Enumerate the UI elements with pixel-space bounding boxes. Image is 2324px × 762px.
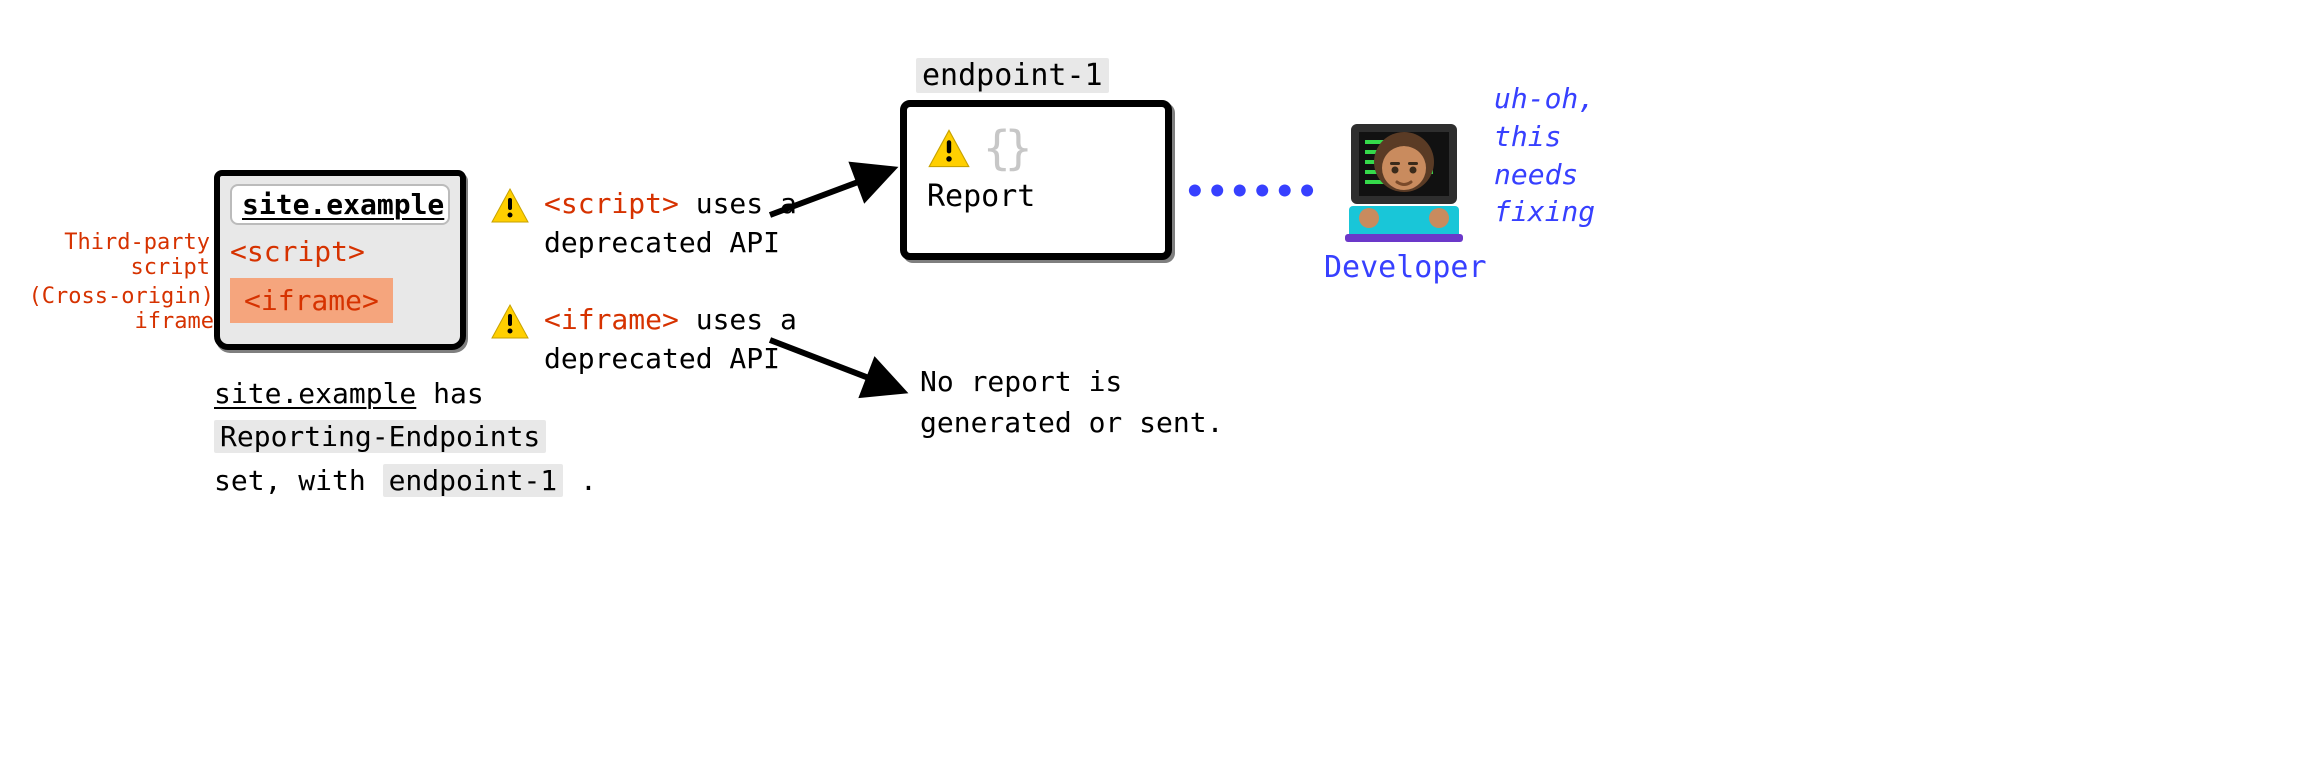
endpoint-title-text: endpoint-1 xyxy=(916,58,1109,93)
site-iframe-tag: <iframe> xyxy=(230,278,393,323)
warning-script-code: <script> xyxy=(544,187,679,220)
no-report-text: No report is generated or sent. xyxy=(920,362,1240,443)
site-caption: site.example has Reporting-Endpoints set… xyxy=(214,372,604,502)
endpoint-title: endpoint-1 xyxy=(916,58,1109,93)
warning-icon xyxy=(490,302,530,342)
warning-iframe-code: <iframe> xyxy=(544,303,679,336)
endpoint-report-label: Report xyxy=(927,179,1145,214)
warning-message-script-text: <script> uses a deprecated API xyxy=(544,184,910,262)
site-script-tag: <script> xyxy=(230,235,450,268)
endpoint-server-box: {} Report xyxy=(900,100,1172,260)
developer-avatar: Developer xyxy=(1324,94,1484,285)
developer-label: Developer xyxy=(1324,250,1484,285)
dotted-connector: •••••• xyxy=(1182,172,1322,212)
site-caption-endpoint: endpoint-1 xyxy=(383,464,564,497)
warning-icon xyxy=(927,127,971,171)
braces-icon: {} xyxy=(983,125,1026,171)
site-caption-text-3: . xyxy=(563,464,597,497)
site-caption-header: Reporting-Endpoints xyxy=(214,420,546,453)
site-caption-host: site.example xyxy=(214,377,416,410)
site-caption-text-1: has xyxy=(416,377,483,410)
warning-message-iframe: <iframe> uses a deprecated API xyxy=(490,300,910,378)
warning-message-script: <script> uses a deprecated API xyxy=(490,184,910,262)
developer-icon xyxy=(1329,94,1479,244)
site-caption-text-2: set, with xyxy=(214,464,383,497)
site-browser-window: site.example <script> <iframe> Third-par… xyxy=(214,170,466,350)
warning-icon xyxy=(490,186,530,226)
site-url-bar: site.example xyxy=(230,184,450,225)
label-third-party-script: Third-party script xyxy=(10,230,210,281)
label-cross-origin-iframe: (Cross-origin) iframe xyxy=(14,284,214,335)
warning-message-iframe-text: <iframe> uses a deprecated API xyxy=(544,300,910,378)
developer-quote: uh-oh, this needs fixing xyxy=(1494,80,1654,231)
endpoint-row: {} xyxy=(927,125,1145,171)
